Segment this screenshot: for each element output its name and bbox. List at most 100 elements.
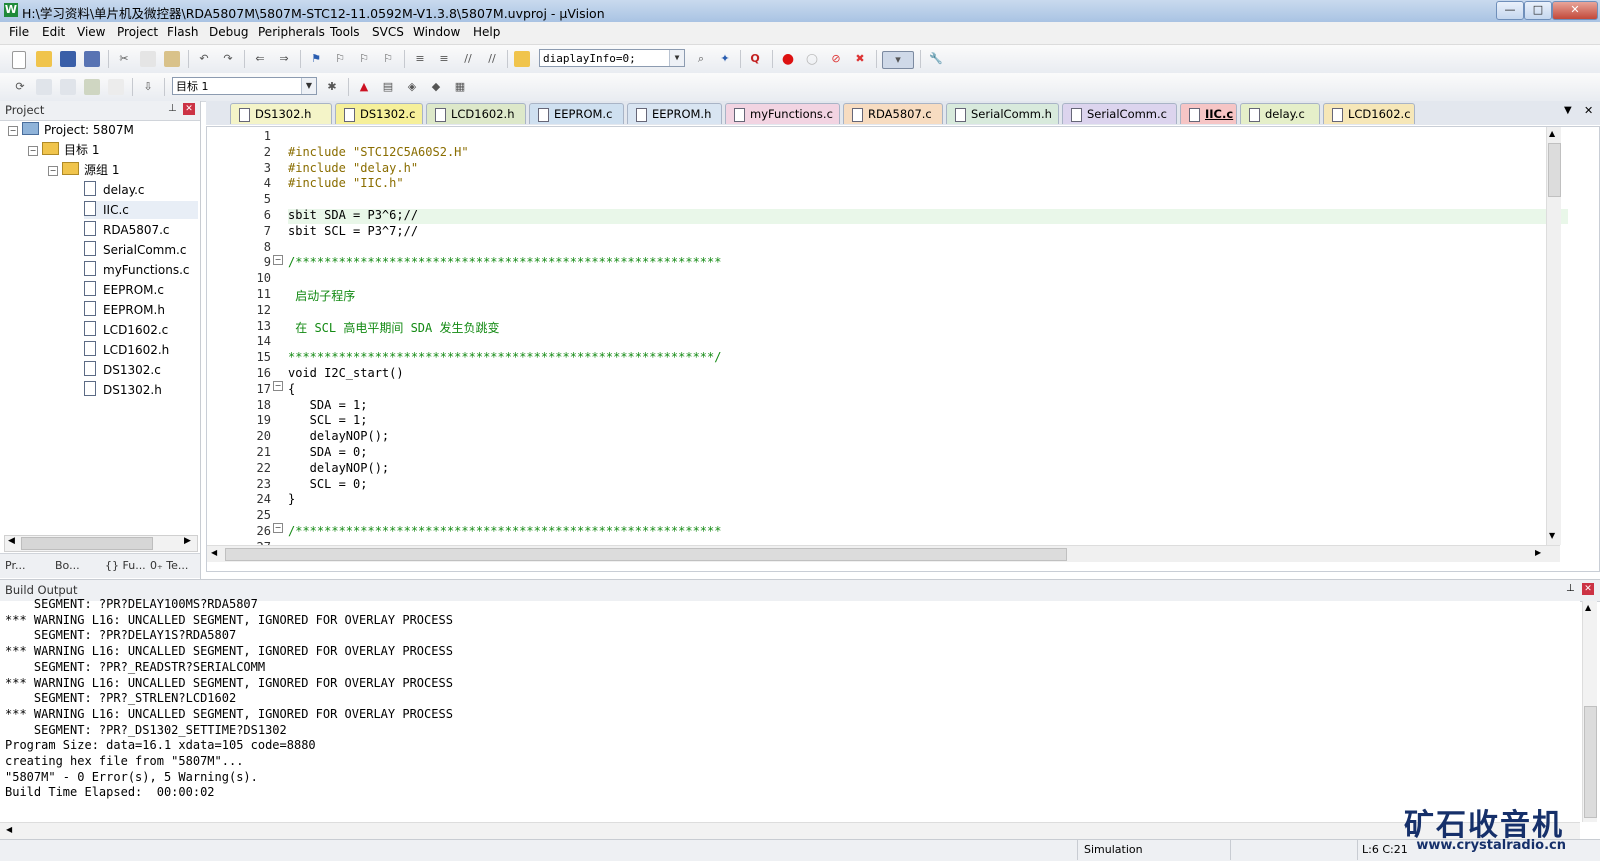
build-icon[interactable]: [36, 79, 52, 95]
menu-peripherals[interactable]: Peripherals: [258, 25, 325, 39]
pin-icon[interactable]: ⊥: [168, 103, 177, 114]
tree-file[interactable]: IIC.c: [84, 201, 198, 219]
editor-tab[interactable]: SerialComm.c: [1062, 103, 1177, 124]
maximize-button[interactable]: □: [1524, 1, 1552, 20]
file-extensions-icon[interactable]: ▲: [356, 79, 372, 95]
target-options-icon[interactable]: ✱: [324, 79, 340, 95]
uncomment-icon[interactable]: //: [484, 51, 500, 67]
save-all-icon[interactable]: [84, 51, 100, 67]
editor-tab[interactable]: EEPROM.c: [529, 103, 624, 124]
stop-build-icon[interactable]: [108, 79, 124, 95]
tab-templates[interactable]: 0₊ Te...: [150, 557, 188, 575]
menu-window[interactable]: Window: [413, 25, 460, 39]
fold-marker-icon[interactable]: −: [273, 255, 283, 265]
menu-svcs[interactable]: SVCS: [372, 25, 404, 39]
editor-vertical-scrollbar[interactable]: ▲ ▼: [1546, 127, 1561, 545]
scroll-thumb[interactable]: [1584, 706, 1597, 818]
tree-group[interactable]: − 源组 1: [48, 161, 119, 179]
tree-file[interactable]: SerialComm.c: [84, 241, 186, 259]
fold-marker-icon[interactable]: −: [273, 523, 283, 533]
batch-build-icon[interactable]: [84, 79, 100, 95]
editor-tab[interactable]: EEPROM.h: [627, 103, 722, 124]
scroll-right-icon[interactable]: ▶: [184, 536, 191, 546]
scroll-left-icon[interactable]: ◀: [6, 825, 12, 834]
manage-rte-icon[interactable]: ◆: [428, 79, 444, 95]
minimize-button[interactable]: —: [1496, 1, 1524, 20]
tab-books[interactable]: Bo...: [55, 557, 80, 575]
editor-tab[interactable]: LCD1602.h: [426, 103, 526, 124]
chevron-down-icon[interactable]: ▼: [301, 78, 316, 94]
code-editor[interactable]: 1 2 #include "STC12C5A60S2.H" 3 #include "de…: [206, 126, 1600, 572]
editor-horizontal-scrollbar[interactable]: ◀ ▶: [207, 545, 1560, 562]
project-horizontal-scrollbar[interactable]: ◀ ▶: [4, 535, 198, 552]
find-icon[interactable]: ⌕: [693, 51, 709, 67]
tree-file[interactable]: LCD1602.h: [84, 341, 169, 359]
editor-tab[interactable]: IIC.c: [1180, 103, 1237, 124]
collapse-icon[interactable]: −: [48, 166, 58, 176]
menu-file[interactable]: File: [9, 25, 29, 39]
editor-tab[interactable]: SerialComm.h: [946, 103, 1059, 124]
pin-icon[interactable]: ⊥: [1566, 583, 1575, 594]
target-combo[interactable]: 目标 1 ▼: [172, 77, 317, 95]
tree-target[interactable]: − 目标 1: [28, 141, 99, 159]
enable-breakpoint-icon[interactable]: ○: [804, 51, 820, 67]
copy-icon[interactable]: [140, 51, 156, 67]
tree-file[interactable]: delay.c: [84, 181, 145, 199]
scroll-thumb[interactable]: [225, 548, 1067, 561]
disable-breakpoints-icon[interactable]: ⊘: [828, 51, 844, 67]
redo-icon[interactable]: ↷: [220, 51, 236, 67]
tree-file[interactable]: DS1302.c: [84, 361, 161, 379]
menu-flash[interactable]: Flash: [167, 25, 198, 39]
fold-marker-icon[interactable]: −: [273, 381, 283, 391]
unindent-icon[interactable]: ≡: [436, 51, 452, 67]
editor-tab[interactable]: RDA5807.c: [843, 103, 943, 124]
scroll-thumb[interactable]: [1548, 143, 1561, 197]
start-debug-icon[interactable]: Q: [747, 51, 763, 67]
scroll-left-icon[interactable]: ◀: [8, 536, 15, 546]
download-icon[interactable]: ⇩: [140, 79, 156, 95]
build-output-hscrollbar[interactable]: ◀: [0, 822, 1580, 839]
new-file-icon[interactable]: [12, 51, 26, 69]
menu-debug[interactable]: Debug: [209, 25, 248, 39]
translate-icon[interactable]: ⟳: [12, 79, 28, 95]
tree-file[interactable]: EEPROM.h: [84, 301, 165, 319]
incremental-find-icon[interactable]: ✦: [717, 51, 733, 67]
tree-project-root[interactable]: − Project: 5807M: [8, 121, 134, 139]
find-combo[interactable]: diaplayInfo=0; ▼: [539, 49, 685, 67]
clear-bookmarks-icon[interactable]: ⚐: [380, 51, 396, 67]
indent-icon[interactable]: ≡: [412, 51, 428, 67]
close-icon[interactable]: ✕: [1582, 583, 1594, 595]
scroll-up-icon[interactable]: ▲: [1585, 603, 1591, 612]
scroll-down-icon[interactable]: ▼: [1549, 531, 1555, 540]
cut-icon[interactable]: ✂: [116, 51, 132, 67]
scroll-left-icon[interactable]: ◀: [211, 548, 217, 557]
paste-icon[interactable]: [164, 51, 180, 67]
save-icon[interactable]: [60, 51, 76, 67]
tab-functions[interactable]: {} Fu...: [105, 557, 146, 575]
collapse-icon[interactable]: −: [8, 126, 18, 136]
manage-project-icon[interactable]: ▤: [380, 79, 396, 95]
rebuild-icon[interactable]: [60, 79, 76, 95]
chevron-down-icon[interactable]: ▼: [669, 50, 684, 66]
menu-tools[interactable]: Tools: [330, 25, 360, 39]
menu-project[interactable]: Project: [117, 25, 158, 39]
editor-tab[interactable]: DS1302.c: [335, 103, 423, 124]
select-packs-icon[interactable]: ◈: [404, 79, 420, 95]
next-bookmark-icon[interactable]: ⚐: [356, 51, 372, 67]
editor-tab[interactable]: DS1302.h: [230, 103, 332, 124]
build-output-text[interactable]: SEGMENT: ?PR?DELAY100MS?RDA5807 *** WARNI…: [0, 597, 1580, 822]
menu-help[interactable]: Help: [473, 25, 500, 39]
kill-breakpoints-icon[interactable]: ✖: [852, 51, 868, 67]
bookmark-icon[interactable]: ⚑: [308, 51, 324, 67]
uvision-app-icon[interactable]: W: [4, 3, 18, 17]
scroll-up-icon[interactable]: ▲: [1549, 129, 1555, 138]
tab-project[interactable]: Pr...: [5, 557, 25, 575]
tree-file[interactable]: myFunctions.c: [84, 261, 190, 279]
close-icon[interactable]: ✕: [183, 103, 195, 115]
scroll-right-icon[interactable]: ▶: [1535, 548, 1541, 557]
tree-file[interactable]: DS1302.h: [84, 381, 162, 399]
collapse-icon[interactable]: −: [28, 146, 38, 156]
open-folder-icon[interactable]: [36, 51, 52, 67]
window-layout-dropdown-icon[interactable]: ▾: [882, 51, 914, 69]
menu-edit[interactable]: Edit: [42, 25, 65, 39]
